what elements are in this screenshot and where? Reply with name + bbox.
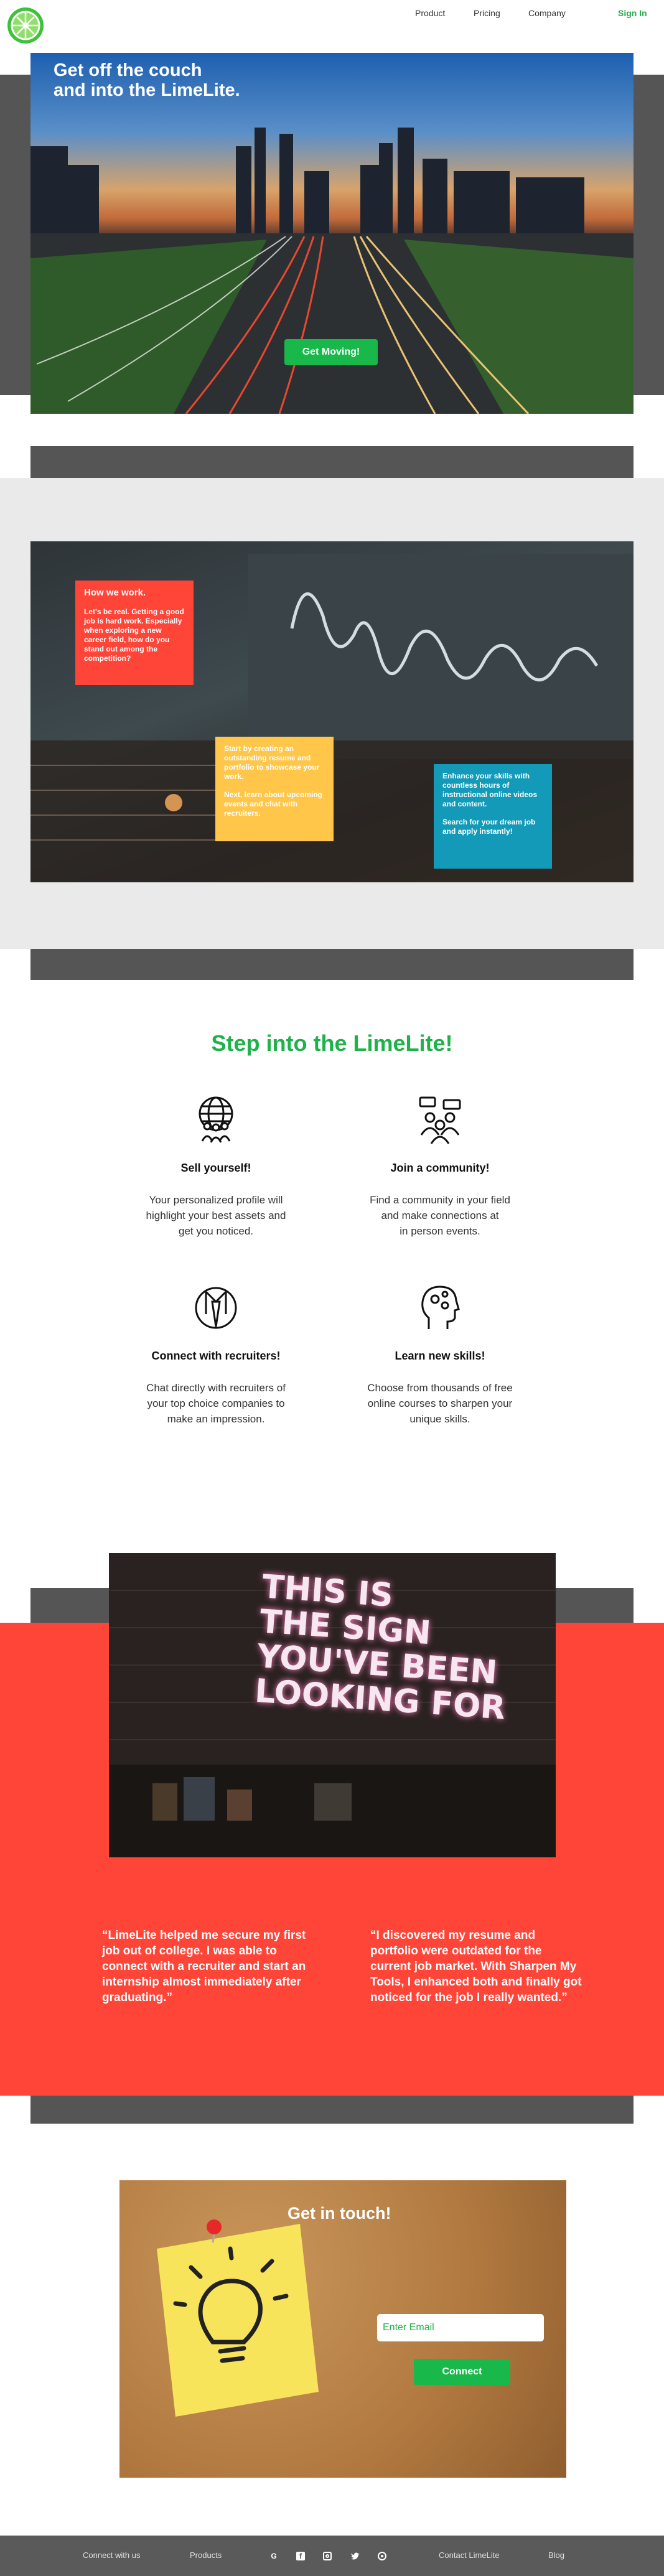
- twitter-icon[interactable]: [351, 2552, 360, 2560]
- hero-title-line1: Get off the couch: [54, 60, 202, 80]
- grey-divider-4: [30, 2096, 634, 2124]
- skills-card: Enhance your skills with countless hours…: [434, 764, 552, 869]
- lime-icon: [11, 11, 40, 40]
- google-icon[interactable]: G: [269, 2552, 278, 2560]
- lime-logo-icon[interactable]: [7, 7, 44, 44]
- recruiter-tie-icon: [195, 1287, 237, 1329]
- feature-text-line: online courses to sharpen your: [367, 1398, 513, 1409]
- resume-card-text-1: Start by creating an outstanding resume …: [224, 744, 320, 781]
- instagram-icon[interactable]: [323, 2552, 332, 2560]
- feature-title: Join a community!: [390, 1162, 490, 1174]
- footer-products-link[interactable]: Products: [190, 2550, 222, 2560]
- feature-text: Your personalized profile will highlight…: [123, 1192, 309, 1239]
- globe-dot: [381, 2555, 383, 2557]
- get-moving-button[interactable]: Get Moving!: [284, 339, 378, 365]
- globe-icon[interactable]: [378, 2552, 386, 2560]
- feature-text: Chat directly with recruiters of your to…: [123, 1380, 309, 1427]
- feature-title: Connect with recruiters!: [151, 1350, 281, 1362]
- skills-card-text-1: Enhance your skills with countless hours…: [442, 772, 538, 808]
- instagram-lens: [325, 2554, 329, 2558]
- how-we-work-body: Let's be real. Getting a good job is har…: [84, 607, 184, 663]
- feature-connect-recruiters: Connect with recruiters! Chat directly w…: [123, 1283, 309, 1427]
- skills-card-text-2: Search for your dream job and apply inst…: [442, 818, 536, 836]
- neon-sign-text: THIS IS THE SIGN YOU'VE BEEN LOOKING FOR: [254, 1568, 514, 1727]
- feature-title: Learn new skills!: [395, 1350, 485, 1362]
- grey-divider-1: [30, 446, 634, 479]
- feature-text-line: Your personalized profile will: [149, 1194, 283, 1206]
- feature-text-line: Choose from thousands of free: [367, 1382, 513, 1394]
- email-input[interactable]: [377, 2314, 544, 2341]
- feature-learn-skills: Learn new skills! Choose from thousands …: [347, 1283, 533, 1427]
- hero-title-line2: and into the LimeLite.: [54, 80, 240, 100]
- contact-section: Get in touch! Connect: [119, 2180, 566, 2478]
- hero-title: Get off the couch and into the LimeLite.: [54, 60, 240, 100]
- footer-connect-link[interactable]: Connect with us: [83, 2550, 141, 2560]
- feature-text-line: unique skills.: [409, 1413, 470, 1425]
- features-title: Step into the LimeLite!: [211, 1030, 453, 1056]
- feature-text-line: make an impression.: [167, 1413, 265, 1425]
- nav-company[interactable]: Company: [528, 8, 566, 18]
- neon-sign-image: THIS IS THE SIGN YOU'VE BEEN LOOKING FOR: [109, 1553, 556, 1857]
- grey-divider-2: [30, 949, 634, 980]
- footer-contact-link[interactable]: Contact LimeLite: [439, 2550, 500, 2560]
- feature-text-line: get you noticed.: [178, 1225, 254, 1237]
- connect-button[interactable]: Connect: [414, 2359, 510, 2385]
- how-we-work-title: How we work.: [84, 587, 146, 598]
- feature-text-line: Chat directly with recruiters of: [146, 1382, 286, 1394]
- signin-link[interactable]: Sign In: [618, 8, 647, 18]
- hero-image: Get off the couch and into the LimeLite.…: [30, 53, 634, 414]
- feature-title: Sell yourself!: [180, 1162, 251, 1174]
- feature-sell-yourself: Sell yourself! Your personalized profile…: [123, 1095, 309, 1239]
- feature-join-community: Join a community! Find a community in yo…: [347, 1095, 533, 1239]
- testimonial-right: “I discovered my resume and portfolio we…: [370, 1929, 582, 2004]
- top-nav: Product Pricing Company Sign In: [0, 0, 664, 50]
- resume-card-text-2: Next, learn about upcoming events and ch…: [224, 790, 323, 818]
- feature-text-line: your top choice companies to: [147, 1398, 285, 1409]
- testimonial-left: “LimeLite helped me secure my first job …: [102, 1929, 306, 2004]
- how-we-work-card: How we work. Let's be real. Getting a go…: [75, 581, 194, 685]
- resume-card: Start by creating an outstanding resume …: [215, 737, 334, 841]
- contact-title: Get in touch!: [288, 2204, 391, 2223]
- nav-product[interactable]: Product: [415, 8, 445, 18]
- footer-blog-link[interactable]: Blog: [548, 2550, 564, 2560]
- community-chat-icon: [419, 1096, 461, 1144]
- feature-text: Find a community in your field and make …: [347, 1192, 533, 1239]
- workroom-image: How we work. Let's be real. Getting a go…: [30, 541, 634, 882]
- feature-text-line: highlight your best assets and: [146, 1210, 286, 1221]
- head-gears-icon: [421, 1286, 460, 1329]
- footer: Connect with us Products G f Contact Lim…: [0, 2536, 664, 2576]
- twitter-bird: [351, 2552, 360, 2560]
- facebook-icon[interactable]: f: [296, 2552, 305, 2560]
- feature-text-line: in person events.: [400, 1225, 480, 1237]
- globe-people-icon: [199, 1096, 233, 1143]
- feature-text: Choose from thousands of free online cou…: [347, 1380, 533, 1427]
- feature-text-line: Find a community in your field: [370, 1194, 510, 1206]
- nav-pricing[interactable]: Pricing: [474, 8, 500, 18]
- feature-text-line: and make connections at: [381, 1210, 499, 1221]
